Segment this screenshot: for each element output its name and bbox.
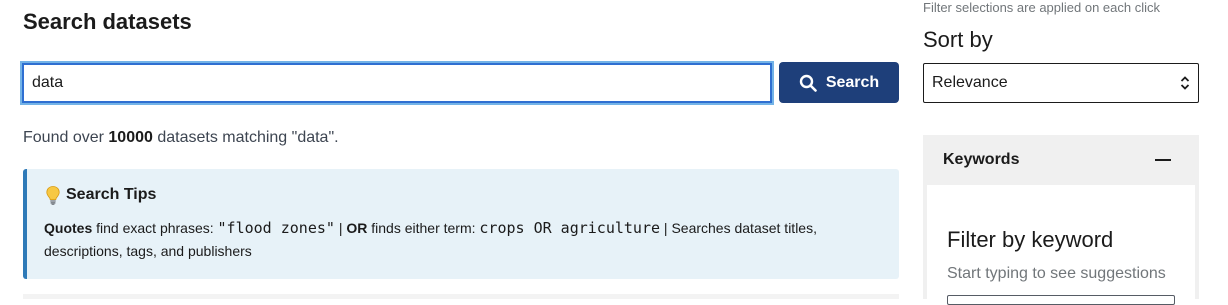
results-list-edge (23, 294, 899, 299)
keywords-accordion-body: Filter by keyword Start typing to see su… (927, 185, 1195, 305)
search-tips-text: Quotes find exact phrases: "flood zones"… (44, 219, 817, 259)
keywords-accordion-header[interactable]: Keywords (923, 135, 1199, 185)
keywords-filter-panel: Keywords Filter by keyword Start typing … (923, 135, 1199, 305)
keyword-input[interactable] (947, 295, 1175, 305)
keyword-hint: Start typing to see suggestions (947, 265, 1166, 282)
sort-select-value: Relevance (932, 74, 1008, 91)
search-button[interactable]: Search (779, 62, 899, 103)
search-input[interactable] (22, 63, 772, 103)
minus-icon (1155, 159, 1171, 161)
keywords-header-label: Keywords (943, 151, 1020, 168)
search-button-label: Search (825, 73, 880, 91)
tip-quotes-label: Quotes (44, 220, 93, 236)
tip-or-label: OR (346, 220, 368, 236)
tip-or-example: crops OR agriculture (479, 219, 661, 237)
filter-by-keyword-title: Filter by keyword (947, 227, 1114, 252)
lightbulb-icon (46, 186, 60, 205)
search-tips-heading: Search Tips (44, 185, 883, 205)
page-title: Search datasets (23, 9, 192, 34)
tip-quotes-example: "flood zones" (217, 219, 335, 237)
sort-label: Sort by (923, 27, 993, 52)
results-summary: Found over 10000 datasets matching "data… (23, 129, 339, 146)
search-tips: Search Tips Quotes find exact phrases: "… (23, 169, 899, 279)
sort-select[interactable]: Relevance (923, 63, 1199, 103)
results-count: 10000 (108, 129, 153, 146)
filter-note: Filter selections are applied on each cl… (923, 0, 1161, 15)
sort-chevrons-icon (1180, 76, 1190, 90)
search-icon (799, 74, 817, 92)
